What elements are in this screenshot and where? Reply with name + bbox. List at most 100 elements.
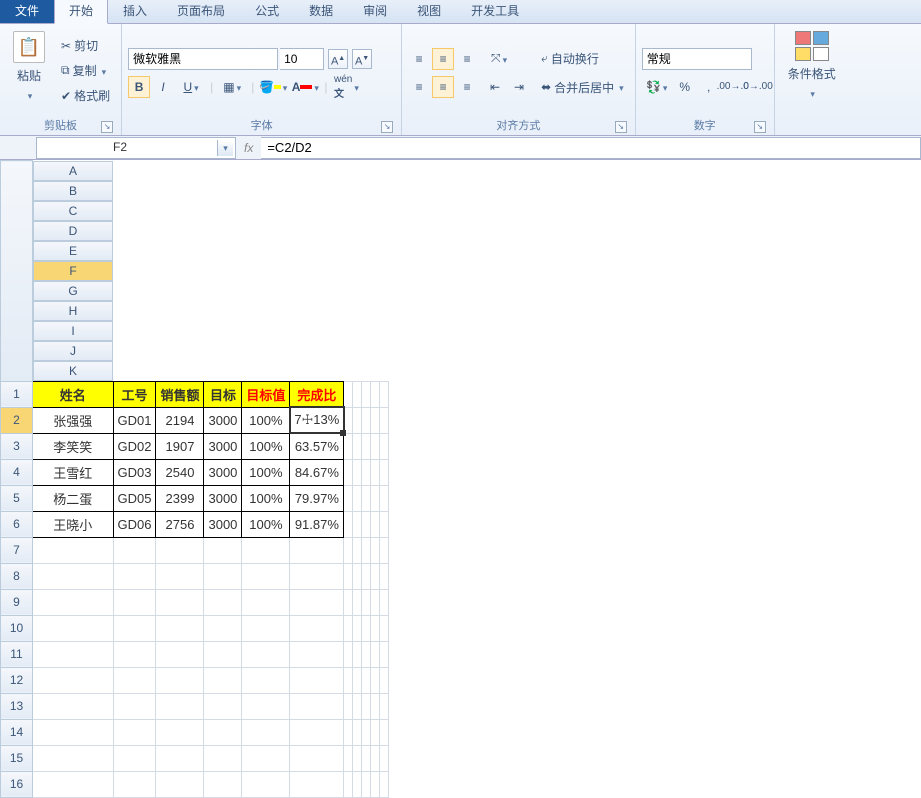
paste-button[interactable]: 📋 粘贴 bbox=[6, 26, 52, 115]
cell-C7[interactable] bbox=[156, 537, 204, 563]
cell-E3[interactable]: 100% bbox=[242, 433, 290, 459]
conditional-format-button[interactable]: 条件格式 bbox=[781, 26, 843, 119]
phonetic-button[interactable]: wén文 bbox=[331, 76, 361, 98]
cell-F15[interactable] bbox=[290, 745, 344, 771]
cell-H6[interactable] bbox=[353, 511, 362, 537]
align-center-button[interactable]: ≡ bbox=[432, 76, 454, 98]
fontcolor-dropdown-icon[interactable] bbox=[312, 80, 319, 94]
cell-E10[interactable] bbox=[242, 615, 290, 641]
row-7[interactable]: 7 bbox=[1, 537, 33, 563]
cell-K9[interactable] bbox=[380, 589, 389, 615]
cell-H4[interactable] bbox=[353, 459, 362, 485]
cell-A4[interactable]: 王雪红 bbox=[33, 459, 114, 485]
row-3[interactable]: 3 bbox=[1, 433, 33, 459]
cell-D10[interactable] bbox=[204, 615, 242, 641]
cell-B9[interactable] bbox=[113, 589, 156, 615]
select-all-corner[interactable] bbox=[1, 161, 33, 382]
tab-insert[interactable]: 插入 bbox=[108, 0, 162, 23]
cell-A12[interactable] bbox=[33, 667, 114, 693]
cell-C11[interactable] bbox=[156, 641, 204, 667]
tab-review[interactable]: 审阅 bbox=[348, 0, 402, 23]
cell-B10[interactable] bbox=[113, 615, 156, 641]
cell-A11[interactable] bbox=[33, 641, 114, 667]
number-format-combo[interactable] bbox=[642, 48, 752, 70]
orientation-dropdown-icon[interactable] bbox=[501, 52, 508, 66]
cell-K13[interactable] bbox=[380, 693, 389, 719]
fill-color-button[interactable]: 🪣 bbox=[258, 76, 288, 98]
cell-A5[interactable]: 杨二蛋 bbox=[33, 485, 114, 511]
cell-I2[interactable] bbox=[362, 407, 371, 433]
cell-H7[interactable] bbox=[353, 537, 362, 563]
merge-center-button[interactable]: ⬌合并后居中 bbox=[536, 76, 629, 99]
row-15[interactable]: 15 bbox=[1, 745, 33, 771]
spreadsheet-grid[interactable]: A B C D E F G H I J K 1 姓名 工号 销售额 目标 目标值… bbox=[0, 160, 921, 798]
cond-dropdown-icon[interactable] bbox=[808, 86, 815, 100]
cell-D6[interactable]: 3000 bbox=[204, 511, 242, 537]
cell-F8[interactable] bbox=[290, 563, 344, 589]
cell-B15[interactable] bbox=[113, 745, 156, 771]
cell-A14[interactable] bbox=[33, 719, 114, 745]
cell-D2[interactable]: 3000 bbox=[204, 407, 242, 433]
align-top-button[interactable]: ≡ bbox=[408, 48, 430, 70]
cell-F5[interactable]: 79.97% bbox=[290, 485, 344, 511]
cell-C12[interactable] bbox=[156, 667, 204, 693]
cell-C3[interactable]: 1907 bbox=[156, 433, 204, 459]
cell-B14[interactable] bbox=[113, 719, 156, 745]
cell-E16[interactable] bbox=[242, 771, 290, 797]
cell-B2[interactable]: GD01 bbox=[113, 407, 156, 433]
cell-K1[interactable] bbox=[380, 381, 389, 407]
cell-D15[interactable] bbox=[204, 745, 242, 771]
cell-I1[interactable] bbox=[362, 381, 371, 407]
formula-input[interactable] bbox=[261, 137, 921, 159]
cell-H5[interactable] bbox=[353, 485, 362, 511]
cell-A2[interactable]: 张强强 bbox=[33, 407, 114, 433]
cell-I6[interactable] bbox=[362, 511, 371, 537]
row-4[interactable]: 4 bbox=[1, 459, 33, 485]
cell-J11[interactable] bbox=[371, 641, 380, 667]
cell-G1[interactable] bbox=[344, 381, 353, 407]
cell-K14[interactable] bbox=[380, 719, 389, 745]
cell-A13[interactable] bbox=[33, 693, 114, 719]
cell-J16[interactable] bbox=[371, 771, 380, 797]
cell-I14[interactable] bbox=[362, 719, 371, 745]
wrap-text-button[interactable]: ⤶自动换行 bbox=[536, 47, 629, 70]
cell-E12[interactable] bbox=[242, 667, 290, 693]
cell-G12[interactable] bbox=[344, 667, 353, 693]
cell-C1[interactable]: 销售额 bbox=[156, 381, 204, 407]
italic-button[interactable]: I bbox=[152, 76, 174, 98]
cell-D13[interactable] bbox=[204, 693, 242, 719]
cell-G11[interactable] bbox=[344, 641, 353, 667]
row-5[interactable]: 5 bbox=[1, 485, 33, 511]
row-13[interactable]: 13 bbox=[1, 693, 33, 719]
cell-F1[interactable]: 完成比 bbox=[290, 381, 344, 407]
cell-I13[interactable] bbox=[362, 693, 371, 719]
cell-H13[interactable] bbox=[353, 693, 362, 719]
cell-A7[interactable] bbox=[33, 537, 114, 563]
cell-I4[interactable] bbox=[362, 459, 371, 485]
cell-D12[interactable] bbox=[204, 667, 242, 693]
cell-C16[interactable] bbox=[156, 771, 204, 797]
cell-H12[interactable] bbox=[353, 667, 362, 693]
cell-K3[interactable] bbox=[380, 433, 389, 459]
font-size-combo[interactable] bbox=[280, 48, 324, 70]
cell-F11[interactable] bbox=[290, 641, 344, 667]
border-button[interactable]: ▦ bbox=[217, 76, 247, 98]
name-box-dropdown-icon[interactable]: ▾ bbox=[217, 140, 233, 156]
cell-H15[interactable] bbox=[353, 745, 362, 771]
cell-D3[interactable]: 3000 bbox=[204, 433, 242, 459]
cut-button[interactable]: ✂剪切 bbox=[56, 34, 115, 57]
cell-I3[interactable] bbox=[362, 433, 371, 459]
cell-A3[interactable]: 李笑笑 bbox=[33, 433, 114, 459]
cell-A10[interactable] bbox=[33, 615, 114, 641]
clipboard-launcher[interactable]: ↘ bbox=[101, 121, 113, 133]
decrease-decimal-button[interactable]: .0→.00 bbox=[746, 76, 768, 98]
cell-D11[interactable] bbox=[204, 641, 242, 667]
col-A[interactable]: A bbox=[33, 161, 113, 181]
name-box[interactable]: F2 ▾ bbox=[36, 137, 236, 159]
align-left-button[interactable]: ≡ bbox=[408, 76, 430, 98]
cell-G5[interactable] bbox=[344, 485, 353, 511]
cell-K7[interactable] bbox=[380, 537, 389, 563]
number-launcher[interactable]: ↘ bbox=[754, 121, 766, 133]
cell-K15[interactable] bbox=[380, 745, 389, 771]
cell-E1[interactable]: 目标值 bbox=[242, 381, 290, 407]
